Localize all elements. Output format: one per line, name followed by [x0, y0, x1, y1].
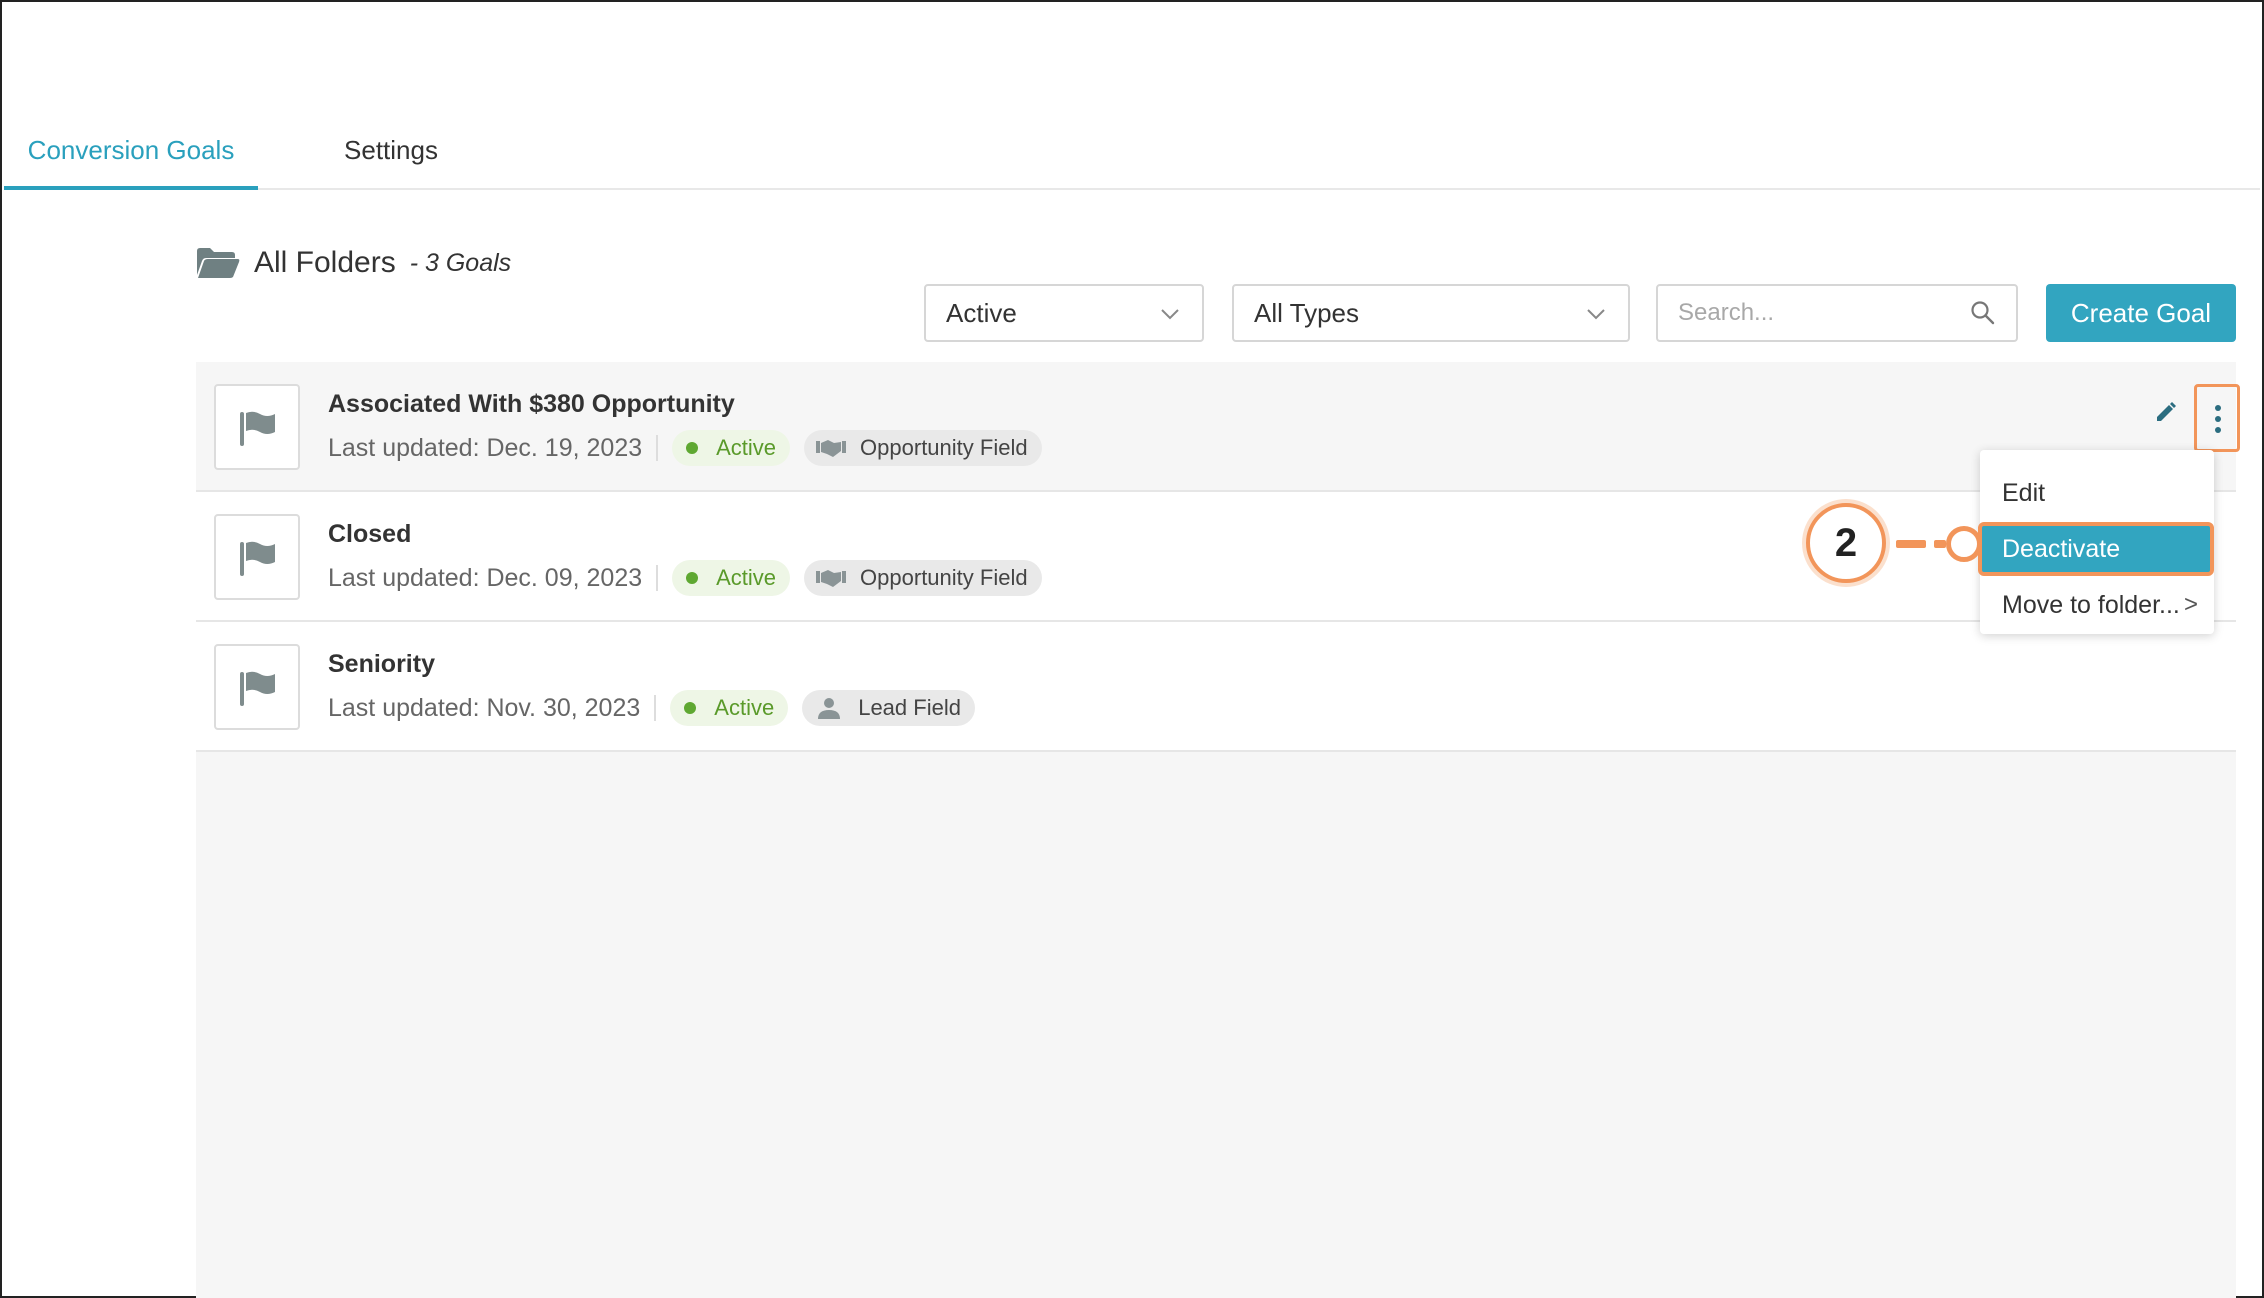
type-label: Opportunity Field: [860, 565, 1028, 590]
type-badge: Opportunity Field: [804, 560, 1042, 596]
goal-meta: Last updated: Nov. 30, 2023 Active Lead …: [328, 690, 975, 726]
status-filter-value: Active: [946, 298, 1017, 328]
kebab-dot: [2215, 416, 2221, 422]
type-filter-select[interactable]: All Types: [1232, 284, 1630, 342]
kebab-dot: [2215, 405, 2221, 411]
goal-meta: Last updated: Dec. 09, 2023 Active Oppor…: [328, 560, 1042, 596]
menu-item-deactivate[interactable]: Deactivate: [1978, 522, 2214, 576]
tab-bar: Conversion Goals Settings: [4, 120, 2260, 190]
type-label: Lead Field: [858, 695, 961, 720]
status-dot-icon: [684, 702, 697, 714]
goal-name[interactable]: Closed: [328, 520, 411, 549]
divider: [656, 565, 659, 591]
goal-meta: Last updated: Dec. 19, 2023 Active Oppor…: [328, 430, 1042, 466]
last-updated: Last updated: Dec. 09, 2023: [328, 563, 643, 592]
type-badge: Lead Field: [802, 690, 975, 726]
create-goal-button[interactable]: Create Goal: [2046, 284, 2236, 342]
status-badge: Active: [672, 430, 791, 466]
handshake-icon: [816, 570, 847, 587]
folder-title: All Folders: [254, 246, 396, 279]
goal-list: Associated With $380 Opportunity Last up…: [196, 362, 2240, 1298]
chevron-down-icon: [1587, 309, 1605, 320]
flag-icon: [240, 411, 275, 446]
goal-count: - 3 Goals: [409, 248, 512, 277]
step-callout-badge: 2: [1806, 503, 1886, 583]
last-updated: Last updated: Dec. 19, 2023: [328, 433, 643, 462]
person-icon: [818, 698, 841, 719]
goal-thumbnail: [214, 384, 300, 470]
goal-row[interactable]: Seniority Last updated: Nov. 30, 2023 Ac…: [196, 622, 2236, 752]
type-badge: Opportunity Field: [804, 430, 1042, 466]
row-actions: [2116, 384, 2240, 452]
flag-icon: [240, 671, 275, 706]
more-options-button[interactable]: [2194, 384, 2240, 452]
folder-header: All Folders - 3 Goals: [196, 240, 511, 286]
kebab-dot: [2215, 427, 2221, 433]
menu-item-move-label: Move to folder...: [2002, 591, 2180, 619]
divider: [654, 695, 657, 721]
row-options-menu: Edit Deactivate Move to folder... >: [1978, 450, 2214, 634]
status-badge: Active: [670, 690, 789, 726]
chevron-right-icon: >: [2183, 591, 2198, 618]
status-dot-icon: [686, 442, 699, 454]
last-updated: Last updated: Nov. 30, 2023: [328, 693, 641, 722]
status-filter-select[interactable]: Active: [924, 284, 1204, 342]
search-icon[interactable]: [1970, 300, 1996, 326]
type-filter-value: All Types: [1254, 298, 1360, 328]
search-input[interactable]: [1658, 286, 1958, 340]
type-label: Opportunity Field: [860, 435, 1028, 460]
status-label: Active: [714, 695, 775, 720]
goal-thumbnail: [214, 644, 300, 730]
menu-item-move-to-folder[interactable]: Move to folder... >: [1980, 578, 2214, 632]
divider: [656, 435, 659, 461]
tab-settings[interactable]: Settings: [308, 120, 474, 190]
pencil-icon[interactable]: [2154, 400, 2178, 424]
handshake-icon: [816, 440, 847, 457]
goal-name[interactable]: Seniority: [328, 650, 435, 679]
flag-icon: [240, 541, 275, 576]
status-dot-icon: [686, 572, 699, 584]
callout-connector: [1934, 540, 1946, 548]
status-label: Active: [716, 435, 777, 460]
goal-row[interactable]: Closed Last updated: Dec. 09, 2023 Activ…: [196, 492, 2236, 622]
goal-name[interactable]: Associated With $380 Opportunity: [328, 390, 735, 419]
menu-item-edit[interactable]: Edit: [1980, 466, 2214, 520]
search-box: [1656, 284, 2018, 342]
tab-conversion-goals[interactable]: Conversion Goals: [4, 120, 258, 190]
chevron-down-icon: [1161, 309, 1179, 320]
callout-connector: [1896, 540, 1926, 548]
folder-open-icon: [197, 248, 240, 278]
status-label: Active: [716, 565, 777, 590]
goal-row[interactable]: Associated With $380 Opportunity Last up…: [196, 362, 2240, 492]
status-badge: Active: [672, 560, 791, 596]
callout-pointer-end: [1946, 526, 1982, 562]
goal-thumbnail: [214, 514, 300, 600]
